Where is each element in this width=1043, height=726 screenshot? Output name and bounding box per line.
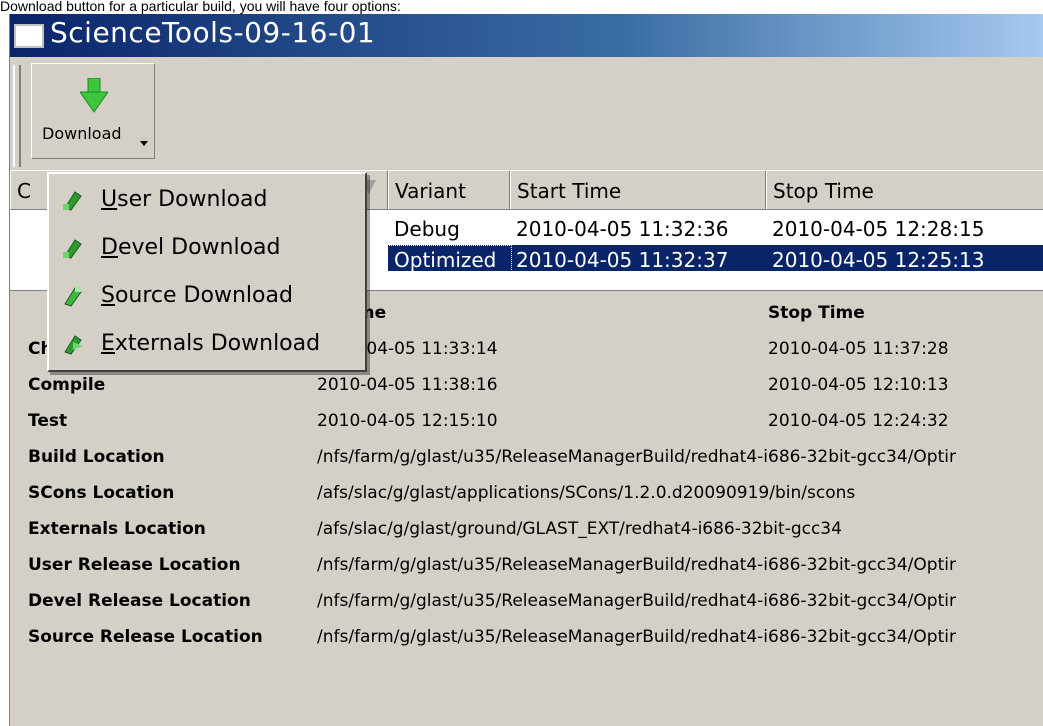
detail-value-path: /nfs/farm/g/glast/u35/ReleaseManagerBuil… (317, 555, 956, 575)
detail-value-path: /nfs/farm/g/glast/u35/ReleaseManagerBuil… (317, 447, 956, 467)
detail-value-start: 2010-04-05 11:38:16 (317, 375, 498, 395)
download-button[interactable]: Download (31, 63, 155, 159)
cell-variant: Debug (394, 217, 460, 241)
menu-item-user-download[interactable]: User Download (49, 176, 365, 224)
detail-row: Test 2010-04-05 12:15:10 2010-04-05 12:2… (10, 403, 1043, 439)
download-arrow-icon (80, 78, 108, 113)
detail-row: Externals Location /afs/slac/g/glast/gro… (10, 511, 1043, 547)
detail-label: Externals Location (28, 519, 206, 539)
dropdown-arrow-icon[interactable] (140, 141, 148, 146)
window-title: ScienceTools-09-16-01 (50, 16, 376, 49)
download-label: Download (42, 124, 122, 143)
detail-label: Build Location (28, 447, 165, 467)
menu-item-label: Externals Download (101, 331, 321, 356)
title-bar: ScienceTools-09-16-01 (10, 14, 1043, 57)
detail-label: User Release Location (28, 555, 241, 575)
menu-item-source-download[interactable]: Source Download (49, 272, 365, 320)
cell-stop-time: 2010-04-05 12:28:15 (772, 217, 985, 241)
toolbar-grip[interactable] (13, 65, 21, 167)
detail-row: Build Location /nfs/farm/g/glast/u35/Rel… (10, 439, 1043, 475)
devel-download-icon (63, 239, 82, 259)
detail-label: Devel Release Location (28, 591, 251, 611)
download-dropdown-menu: User Download Devel Download Source Down… (47, 172, 367, 372)
detail-value-path: /nfs/farm/g/glast/u35/ReleaseManagerBuil… (317, 627, 956, 647)
externals-download-icon (64, 335, 83, 355)
detail-row: Devel Release Location /nfs/farm/g/glast… (10, 583, 1043, 619)
column-header-start-time[interactable]: Start Time (510, 170, 766, 210)
detail-label: SCons Location (28, 483, 175, 503)
detail-label: Compile (28, 375, 106, 395)
detail-value-stop: 2010-04-05 11:37:28 (768, 339, 949, 359)
detail-value-stop: 2010-04-05 12:24:32 (768, 411, 949, 431)
menu-item-label: Devel Download (101, 235, 281, 260)
detail-value-path: /afs/slac/g/glast/applications/SCons/1.2… (317, 483, 856, 503)
toolbar: Download (10, 57, 1043, 169)
detail-label: Test (28, 411, 68, 431)
cell-start-time: 2010-04-05 11:32:36 (516, 217, 729, 241)
detail-label: Source Release Location (28, 627, 263, 647)
column-header-stop-time[interactable]: Stop Time (766, 170, 1043, 210)
detail-row: User Release Location /nfs/farm/g/glast/… (10, 547, 1043, 583)
window-icon (14, 24, 44, 48)
source-download-icon (64, 286, 82, 307)
detail-value-path: /nfs/farm/g/glast/u35/ReleaseManagerBuil… (317, 591, 956, 611)
user-download-icon (63, 191, 82, 211)
menu-item-externals-download[interactable]: Externals Download (49, 320, 365, 368)
detail-value-path: /afs/slac/g/glast/ground/GLAST_EXT/redha… (317, 519, 842, 539)
detail-row: Compile 2010-04-05 11:38:16 2010-04-05 1… (10, 367, 1043, 403)
header-stop-time: Stop Time (768, 303, 865, 323)
menu-item-label: User Download (101, 187, 268, 212)
detail-value-stop: 2010-04-05 12:10:13 (768, 375, 949, 395)
detail-row: Source Release Location /nfs/farm/g/glas… (10, 619, 1043, 655)
app-window: ScienceTools-09-16-01 Download C Variant… (9, 14, 1043, 726)
menu-item-devel-download[interactable]: Devel Download (49, 224, 365, 272)
detail-value-start: 2010-04-05 12:15:10 (317, 411, 498, 431)
detail-row: SCons Location /afs/slac/g/glast/applica… (10, 475, 1043, 511)
column-header-variant[interactable]: Variant (388, 170, 510, 210)
menu-item-label: Source Download (101, 283, 293, 308)
